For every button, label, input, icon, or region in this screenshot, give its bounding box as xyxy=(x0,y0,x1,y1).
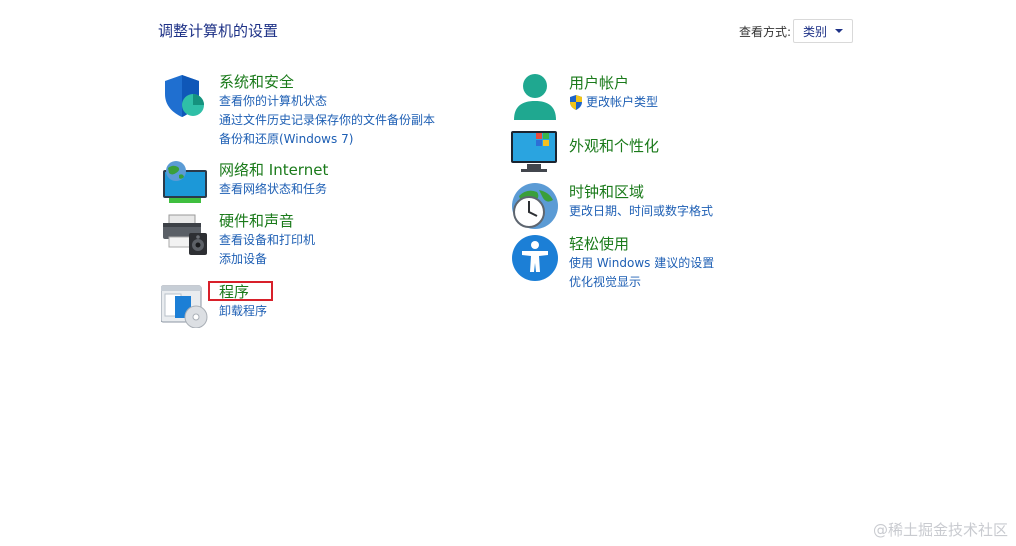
view-by-control: 查看方式: 类别 xyxy=(739,19,854,43)
link-backup-restore-win7[interactable]: 备份和还原(Windows 7) xyxy=(219,130,435,149)
link-windows-recommended-settings[interactable]: 使用 Windows 建议的设置 xyxy=(569,254,714,273)
globe-monitor-icon[interactable] xyxy=(161,160,211,210)
highlight-box xyxy=(208,281,273,301)
shield-pie-icon[interactable] xyxy=(161,72,211,122)
link-devices-printers[interactable]: 查看设备和打印机 xyxy=(219,231,315,250)
category-title-appearance[interactable]: 外观和个性化 xyxy=(569,136,659,156)
category-clock-region: 时钟和区域 更改日期、时间或数字格式 xyxy=(511,182,713,232)
category-title-hardware-sound[interactable]: 硬件和声音 xyxy=(219,211,315,231)
link-uninstall-program[interactable]: 卸载程序 xyxy=(219,302,267,321)
category-title-ease-of-access[interactable]: 轻松使用 xyxy=(569,234,714,254)
category-title-network[interactable]: 网络和 Internet xyxy=(219,160,328,180)
printer-speaker-icon[interactable] xyxy=(161,211,211,261)
uac-shield-icon xyxy=(570,95,582,110)
monitor-color-icon[interactable] xyxy=(511,128,561,178)
link-optimize-visual-display[interactable]: 优化视觉显示 xyxy=(569,273,714,292)
watermark: @稀土掘金技术社区 xyxy=(872,521,1008,539)
link-change-account-type-label: 更改帐户类型 xyxy=(586,95,659,109)
category-system-security: 系统和安全 查看你的计算机状态 通过文件历史记录保存你的文件备份副本 备份和还原… xyxy=(161,72,435,149)
link-file-history-backup[interactable]: 通过文件历史记录保存你的文件备份副本 xyxy=(219,111,435,130)
clock-globe-icon[interactable] xyxy=(511,182,561,232)
link-network-status[interactable]: 查看网络状态和任务 xyxy=(219,180,328,199)
category-title-clock-region[interactable]: 时钟和区域 xyxy=(569,182,713,202)
link-change-date-time-format[interactable]: 更改日期、时间或数字格式 xyxy=(569,202,713,221)
link-change-account-type[interactable]: 更改帐户类型 xyxy=(569,93,658,112)
programs-disc-icon[interactable] xyxy=(160,282,211,332)
caret-down-icon xyxy=(835,29,844,33)
category-hardware-sound: 硬件和声音 查看设备和打印机 添加设备 xyxy=(161,211,315,269)
category-user-accounts: 用户帐户 更改帐户类型 xyxy=(511,73,658,123)
category-network: 网络和 Internet 查看网络状态和任务 xyxy=(161,160,328,210)
category-title-system-security[interactable]: 系统和安全 xyxy=(219,72,435,92)
view-by-label: 查看方式: xyxy=(739,24,792,39)
category-appearance: 外观和个性化 xyxy=(511,128,659,178)
user-icon[interactable] xyxy=(511,73,561,123)
accessibility-icon[interactable] xyxy=(511,234,561,284)
category-title-user-accounts[interactable]: 用户帐户 xyxy=(569,73,658,93)
view-by-dropdown[interactable]: 类别 xyxy=(793,19,854,43)
category-ease-of-access: 轻松使用 使用 Windows 建议的设置 优化视觉显示 xyxy=(511,234,714,292)
link-add-device[interactable]: 添加设备 xyxy=(219,250,315,269)
page-title: 调整计算机的设置 xyxy=(158,22,279,40)
view-by-value: 类别 xyxy=(803,24,828,39)
link-view-computer-status[interactable]: 查看你的计算机状态 xyxy=(219,92,435,111)
